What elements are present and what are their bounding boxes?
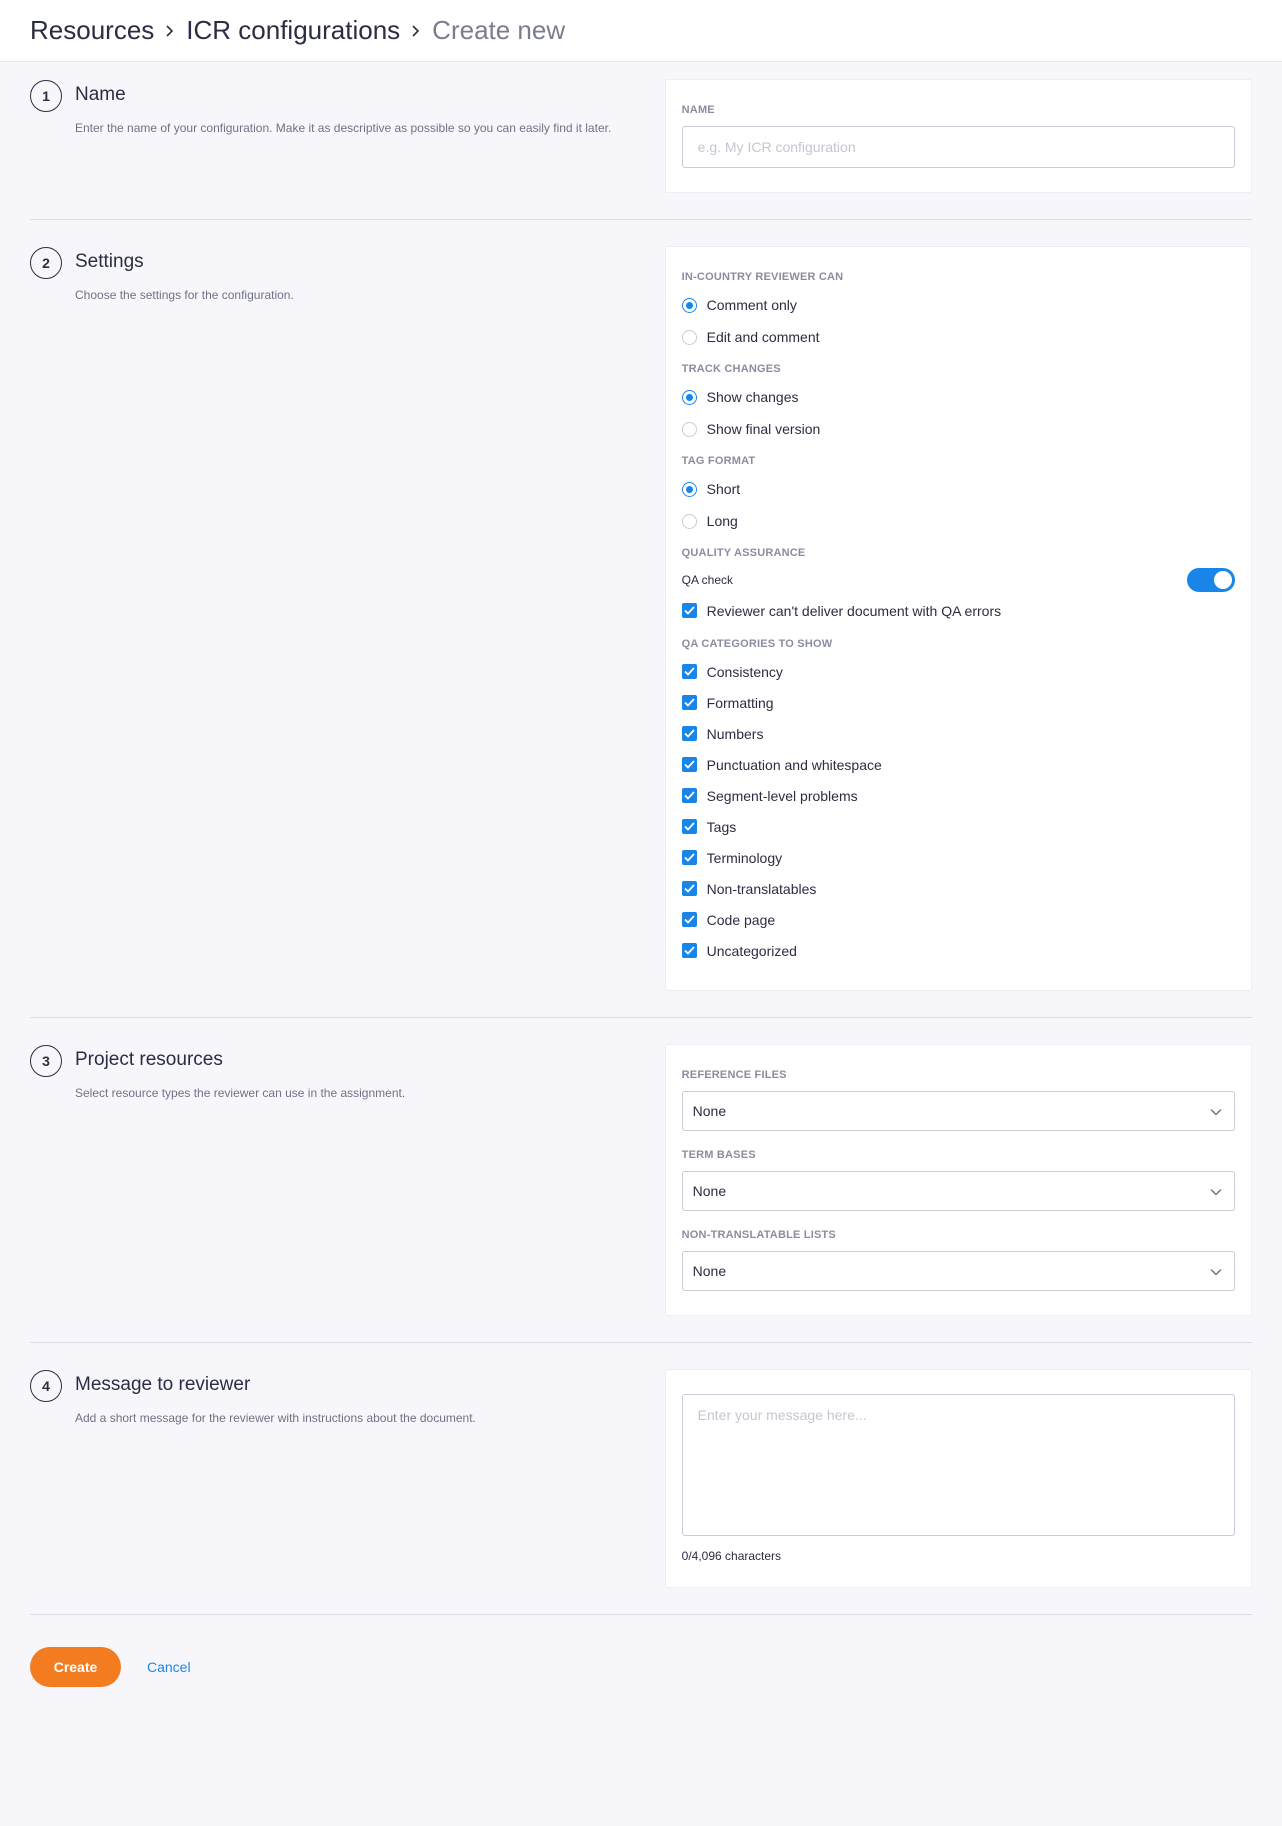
- breadcrumb-icr-configurations[interactable]: ICR configurations: [186, 15, 400, 46]
- reference-files-label: REFERENCE FILES: [681, 1069, 787, 1081]
- qa-category-item[interactable]: Code page: [681, 904, 1235, 935]
- main-content: 1 Name Enter the name of your configurat…: [0, 62, 1282, 1687]
- radio-long[interactable]: Long: [681, 505, 1235, 537]
- section-name: 1 Name Enter the name of your configurat…: [30, 62, 1252, 220]
- breadcrumb-resources[interactable]: Resources: [30, 15, 154, 46]
- settings-card: IN-COUNTRY REVIEWER CAN Comment only Edi…: [664, 246, 1252, 991]
- qa-category-item[interactable]: Tags: [681, 811, 1235, 842]
- qa-categories-list: Consistency Formatting Numbers Punctuati…: [681, 656, 1235, 966]
- radio-short[interactable]: Short: [681, 473, 1235, 505]
- radio-show-changes[interactable]: Show changes: [681, 381, 1235, 413]
- check-icon[interactable]: [681, 726, 697, 741]
- section-title: Message to reviewer: [75, 1374, 251, 1395]
- section-description: Enter the name of your configuration. Ma…: [75, 121, 612, 135]
- check-icon[interactable]: [681, 788, 697, 803]
- qa-category-item[interactable]: Non-translatables: [681, 873, 1235, 904]
- qa-check-label: QA check: [681, 573, 734, 587]
- qa-category-item[interactable]: Terminology: [681, 842, 1235, 873]
- step-number: 1: [30, 80, 62, 112]
- radio-selected[interactable]: [681, 297, 697, 313]
- message-textarea[interactable]: [681, 1394, 1235, 1536]
- section-title: Project resources: [75, 1049, 223, 1070]
- qa-category-item[interactable]: Numbers: [681, 718, 1235, 749]
- section-message: 4 Message to reviewer Add a short messag…: [30, 1343, 1252, 1615]
- section-title: Settings: [75, 251, 144, 272]
- qa-category-item[interactable]: Formatting: [681, 687, 1235, 718]
- breadcrumb-current: Create new: [432, 15, 566, 45]
- page-header: Resources ICR configurations Create new: [0, 0, 1282, 62]
- section-project-resources: 3 Project resources Select resource type…: [30, 1018, 1252, 1343]
- char-count: 0/4,096 characters: [681, 1549, 782, 1563]
- create-button[interactable]: Create: [30, 1647, 121, 1687]
- message-card: 0/4,096 characters: [664, 1369, 1252, 1588]
- section-description: Choose the settings for the configuratio…: [75, 288, 294, 302]
- term-bases-select[interactable]: None: [681, 1171, 1235, 1211]
- chevron-right-icon: [410, 24, 422, 38]
- name-input[interactable]: [681, 126, 1235, 168]
- track-changes-label: TRACK CHANGES: [681, 363, 781, 375]
- chevron-down-icon: [1210, 1183, 1222, 1199]
- radio-comment-only[interactable]: Comment only: [681, 289, 1235, 321]
- section-settings-info: 2 Settings Choose the settings for the c…: [30, 246, 665, 991]
- chevron-right-icon: [164, 24, 176, 38]
- chevron-down-icon: [1210, 1103, 1222, 1119]
- breadcrumb: Resources ICR configurations Create new: [30, 15, 565, 46]
- reviewer-can-label: IN-COUNTRY REVIEWER CAN: [681, 271, 844, 283]
- name-label: NAME: [681, 104, 715, 116]
- qa-category-item[interactable]: Punctuation and whitespace: [681, 749, 1235, 780]
- qa-category-item[interactable]: Uncategorized: [681, 935, 1235, 966]
- cancel-link[interactable]: Cancel: [147, 1659, 191, 1675]
- radio-unselected[interactable]: [681, 421, 697, 437]
- check-icon[interactable]: [681, 819, 697, 834]
- toggle-knob: [1214, 571, 1232, 589]
- quality-assurance-label: QUALITY ASSURANCE: [681, 547, 806, 559]
- section-resources-info: 3 Project resources Select resource type…: [30, 1044, 665, 1316]
- chevron-down-icon: [1210, 1263, 1222, 1279]
- non-translatable-lists-label: NON-TRANSLATABLE LISTS: [681, 1229, 836, 1241]
- section-message-info: 4 Message to reviewer Add a short messag…: [30, 1369, 665, 1588]
- step-number: 3: [30, 1045, 62, 1077]
- section-description: Select resource types the reviewer can u…: [75, 1086, 406, 1100]
- name-card: NAME: [664, 79, 1252, 193]
- section-settings: 2 Settings Choose the settings for the c…: [30, 220, 1252, 1018]
- resources-card: REFERENCE FILES None TERM BASES None NON…: [664, 1044, 1252, 1316]
- radio-unselected[interactable]: [681, 513, 697, 529]
- qa-check-row: QA check: [682, 565, 1235, 595]
- check-icon[interactable]: [681, 881, 697, 896]
- radio-show-final-version[interactable]: Show final version: [681, 413, 1235, 445]
- section-name-info: 1 Name Enter the name of your configurat…: [30, 79, 665, 193]
- qa-check-toggle[interactable]: [1187, 568, 1235, 592]
- radio-selected[interactable]: [681, 389, 697, 405]
- check-icon[interactable]: [681, 757, 697, 772]
- check-icon[interactable]: [681, 943, 697, 958]
- form-actions: Create Cancel: [30, 1615, 1252, 1687]
- radio-unselected[interactable]: [681, 329, 697, 345]
- qa-category-item[interactable]: Segment-level problems: [681, 780, 1235, 811]
- check-icon[interactable]: [681, 850, 697, 865]
- term-bases-label: TERM BASES: [681, 1149, 756, 1161]
- qa-category-item[interactable]: Consistency: [681, 656, 1235, 687]
- non-translatable-lists-select[interactable]: None: [681, 1251, 1235, 1291]
- check-icon[interactable]: [681, 603, 697, 618]
- radio-selected[interactable]: [681, 481, 697, 497]
- check-icon[interactable]: [681, 695, 697, 710]
- deliver-block-checkbox[interactable]: Reviewer can't deliver document with QA …: [681, 595, 1235, 626]
- check-icon[interactable]: [681, 912, 697, 927]
- step-number: 4: [30, 1370, 62, 1402]
- qa-categories-label: QA CATEGORIES TO SHOW: [681, 638, 833, 650]
- radio-edit-and-comment[interactable]: Edit and comment: [681, 321, 1235, 353]
- reference-files-select[interactable]: None: [681, 1091, 1235, 1131]
- check-icon[interactable]: [681, 664, 697, 679]
- step-number: 2: [30, 247, 62, 279]
- section-description: Add a short message for the reviewer wit…: [75, 1411, 476, 1425]
- tag-format-label: TAG FORMAT: [681, 455, 756, 467]
- section-title: Name: [75, 84, 126, 105]
